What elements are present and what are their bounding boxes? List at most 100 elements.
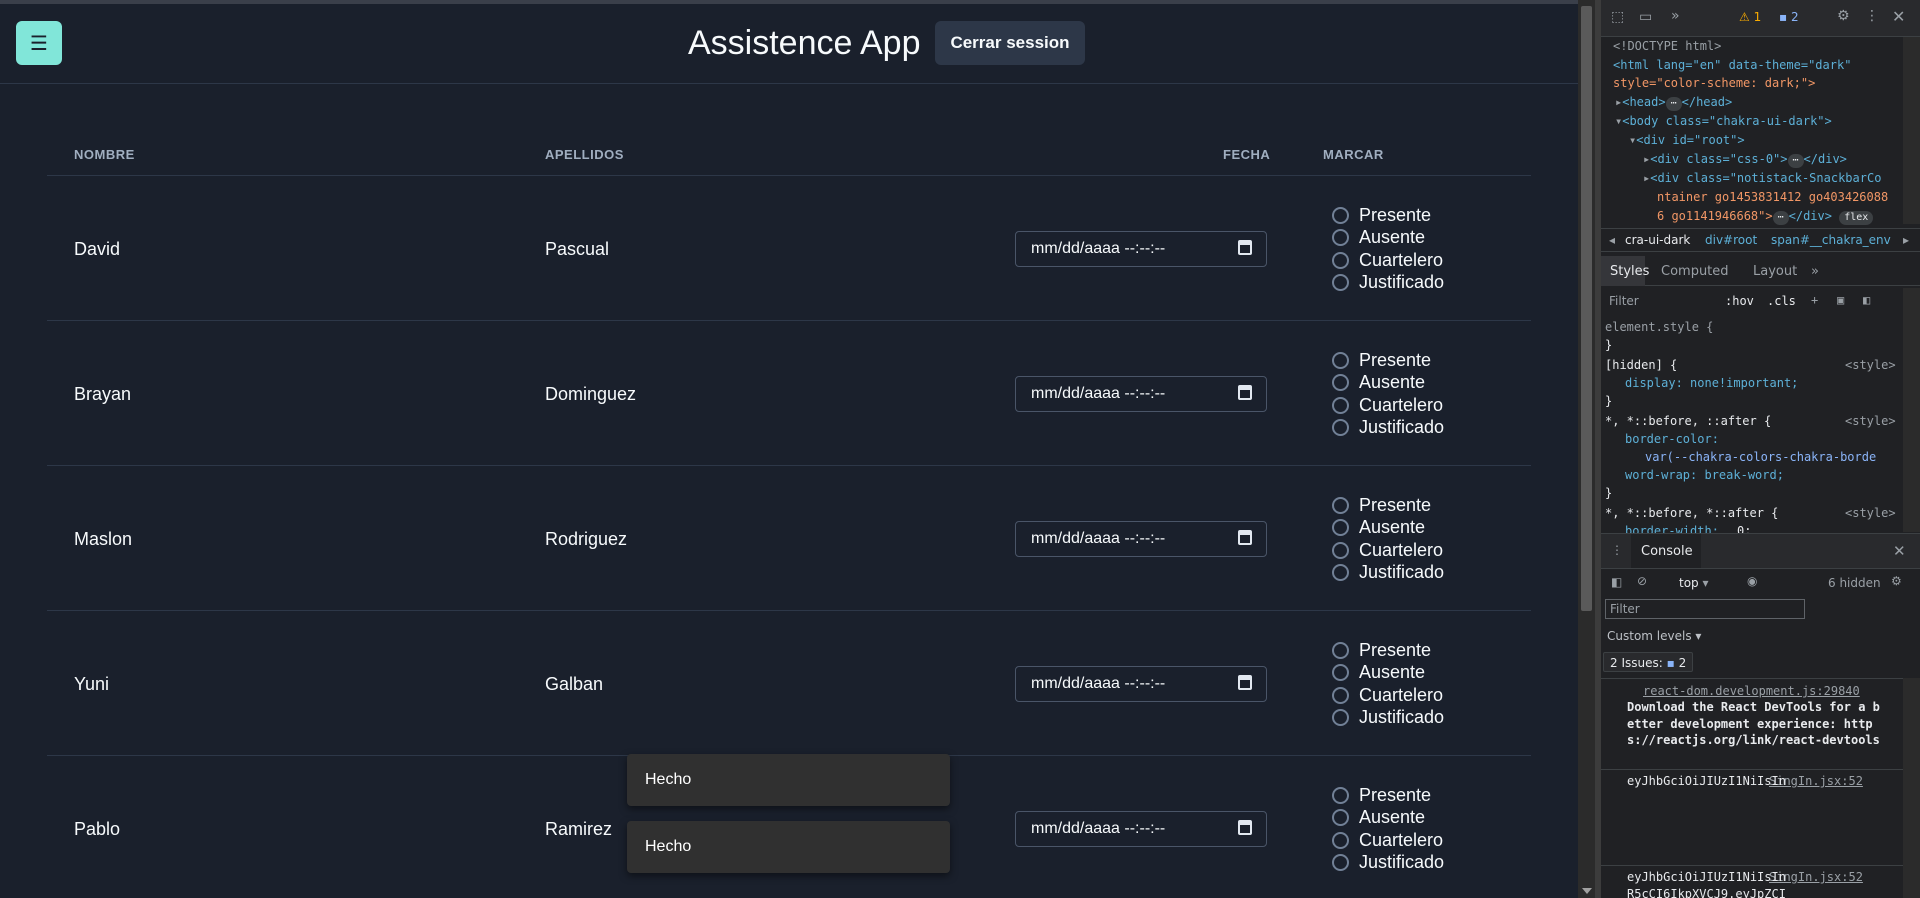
radio-option[interactable]: Ausente — [1332, 227, 1444, 250]
console-scrollbar[interactable] — [1903, 678, 1920, 898]
tree-line[interactable]: ▸<div class="css-0"> ⋯ </div> — [1643, 150, 1847, 169]
more-tabs-icon[interactable]: » — [1671, 8, 1680, 24]
page-scrollbar[interactable] — [1578, 0, 1595, 898]
style-rule[interactable]: [hidden] { — [1605, 356, 1677, 374]
tree-line[interactable]: ▾<body class="chakra-ui-dark"> — [1615, 112, 1832, 131]
eye-icon[interactable]: ◉ — [1747, 574, 1757, 588]
radio-option[interactable]: Justificado — [1332, 852, 1444, 875]
paint-icon[interactable]: ▣ — [1837, 291, 1844, 309]
radio-option[interactable]: Presente — [1332, 784, 1444, 807]
message-badge[interactable]: ▪ 2 — [1779, 10, 1799, 24]
radio-circle-icon[interactable] — [1332, 809, 1349, 827]
radio-option[interactable]: Presente — [1332, 639, 1444, 662]
elements-scrollbar[interactable] — [1903, 37, 1920, 224]
radio-circle-icon[interactable] — [1332, 831, 1349, 849]
style-rule[interactable]: *, *::before, ::after { — [1605, 412, 1771, 430]
device-toggle-icon[interactable]: ▭ — [1639, 9, 1652, 25]
radio-option[interactable]: Presente — [1332, 349, 1444, 372]
close-devtools-icon[interactable]: ✕ — [1892, 7, 1905, 26]
radio-circle-icon[interactable] — [1332, 641, 1349, 659]
settings-gear-icon[interactable]: ⚙ — [1837, 8, 1850, 24]
style-declaration[interactable]: word-wrap: break-word; — [1625, 466, 1784, 484]
radio-circle-icon[interactable] — [1332, 206, 1349, 224]
styles-filter-input[interactable]: Filter — [1609, 292, 1639, 310]
tree-line[interactable]: ▾<div id="root"> — [1629, 131, 1745, 150]
radio-option[interactable]: Ausente — [1332, 807, 1444, 830]
style-rule[interactable]: element.style { — [1605, 318, 1713, 336]
radio-circle-icon[interactable] — [1332, 351, 1349, 369]
radio-circle-icon[interactable] — [1332, 541, 1349, 559]
cls-toggle[interactable]: .cls — [1767, 292, 1796, 310]
tree-line[interactable]: ▸<head> ⋯ </head> — [1615, 93, 1732, 112]
radio-circle-icon[interactable] — [1332, 396, 1349, 414]
radio-circle-icon[interactable] — [1332, 274, 1349, 292]
kebab-menu-icon[interactable]: ⋮ — [1865, 8, 1879, 24]
drawer-menu-icon[interactable]: ⋮ — [1611, 543, 1623, 557]
style-rule[interactable]: *, *::before, *::after { — [1605, 504, 1778, 522]
tree-line[interactable]: 6 go1141946668"> ⋯ </div> flex — [1657, 207, 1874, 226]
calendar-icon[interactable] — [1238, 530, 1252, 545]
menu-button[interactable]: ☰ — [16, 21, 62, 65]
tree-line[interactable]: <!DOCTYPE html> — [1613, 37, 1721, 56]
style-declaration[interactable]: var(--chakra-colors-chakra-borde — [1645, 448, 1876, 466]
radio-option[interactable]: Ausente — [1332, 517, 1444, 540]
radio-option[interactable]: Cuartelero — [1332, 829, 1444, 852]
add-rule-icon[interactable]: + — [1811, 291, 1818, 309]
clear-console-icon[interactable]: ⊘ — [1637, 574, 1647, 588]
hov-toggle[interactable]: :hov — [1725, 292, 1754, 310]
radio-circle-icon[interactable] — [1332, 419, 1349, 437]
radio-option[interactable]: Justificado — [1332, 562, 1444, 585]
issues-button[interactable]: 2 Issues: ▪ 2 — [1603, 652, 1694, 672]
sidebar-toggle-icon[interactable]: ◧ — [1863, 291, 1870, 309]
console-filter-input[interactable]: Filter — [1605, 599, 1805, 619]
datetime-input[interactable]: mm/dd/aaaa --:--:-- — [1015, 521, 1267, 557]
style-declaration[interactable]: border-color: — [1625, 430, 1719, 448]
radio-option[interactable]: Cuartelero — [1332, 539, 1444, 562]
datetime-input[interactable]: mm/dd/aaaa --:--:-- — [1015, 231, 1267, 267]
datetime-input[interactable]: mm/dd/aaaa --:--:-- — [1015, 811, 1267, 847]
style-source[interactable]: <style> — [1845, 356, 1896, 374]
context-selector[interactable]: top ▾ — [1679, 576, 1709, 590]
calendar-icon[interactable] — [1238, 385, 1252, 400]
console-settings-gear-icon[interactable]: ⚙ — [1891, 574, 1902, 588]
radio-option[interactable]: Justificado — [1332, 417, 1444, 440]
tree-line[interactable]: ntainer go1453831412 go403426088 — [1657, 188, 1888, 207]
custom-levels-dropdown[interactable]: Custom levels ▾ — [1607, 629, 1701, 643]
scrollbar-thumb[interactable] — [1581, 6, 1592, 611]
tab-computed[interactable]: Computed — [1661, 264, 1729, 279]
radio-circle-icon[interactable] — [1332, 229, 1349, 247]
inspect-icon[interactable]: ⬚ — [1611, 9, 1624, 25]
breadcrumb-item[interactable]: cra-ui-dark — [1625, 229, 1690, 251]
radio-circle-icon[interactable] — [1332, 564, 1349, 582]
radio-circle-icon[interactable] — [1332, 786, 1349, 804]
tree-line[interactable]: ▸<div class="notistack-SnackbarCo — [1643, 169, 1881, 188]
warning-badge[interactable]: ⚠ 1 — [1739, 10, 1761, 24]
breadcrumb-item[interactable]: span#__chakra_env — [1771, 229, 1891, 251]
style-source[interactable]: <style> — [1845, 412, 1896, 430]
style-declaration[interactable]: display: none!important; — [1625, 374, 1798, 392]
radio-option[interactable]: Cuartelero — [1332, 394, 1444, 417]
radio-circle-icon[interactable] — [1332, 496, 1349, 514]
radio-option[interactable]: Cuartelero — [1332, 684, 1444, 707]
calendar-icon[interactable] — [1238, 820, 1252, 835]
calendar-icon[interactable] — [1238, 675, 1252, 690]
radio-option[interactable]: Ausente — [1332, 372, 1444, 395]
radio-option[interactable]: Justificado — [1332, 272, 1444, 295]
breadcrumb-item[interactable]: div#root — [1705, 229, 1757, 251]
radio-circle-icon[interactable] — [1332, 686, 1349, 704]
calendar-icon[interactable] — [1238, 240, 1252, 255]
logout-button[interactable]: Cerrar session — [935, 21, 1085, 65]
radio-circle-icon[interactable] — [1332, 519, 1349, 537]
more-tabs-icon[interactable]: » — [1811, 264, 1819, 279]
flex-badge[interactable]: flex — [1839, 211, 1874, 225]
log-source-link[interactable]: react-dom.development.js:29840 — [1643, 683, 1860, 700]
radio-circle-icon[interactable] — [1332, 664, 1349, 682]
radio-circle-icon[interactable] — [1332, 374, 1349, 392]
tab-styles[interactable]: Styles — [1601, 256, 1649, 286]
radio-circle-icon[interactable] — [1332, 251, 1349, 269]
radio-option[interactable]: Ausente — [1332, 662, 1444, 685]
tree-line[interactable]: style="color-scheme: dark;"> — [1613, 74, 1815, 93]
scroll-down-arrow-icon[interactable] — [1582, 888, 1592, 894]
radio-option[interactable]: Justificado — [1332, 707, 1444, 730]
tab-console[interactable]: Console — [1631, 534, 1701, 568]
